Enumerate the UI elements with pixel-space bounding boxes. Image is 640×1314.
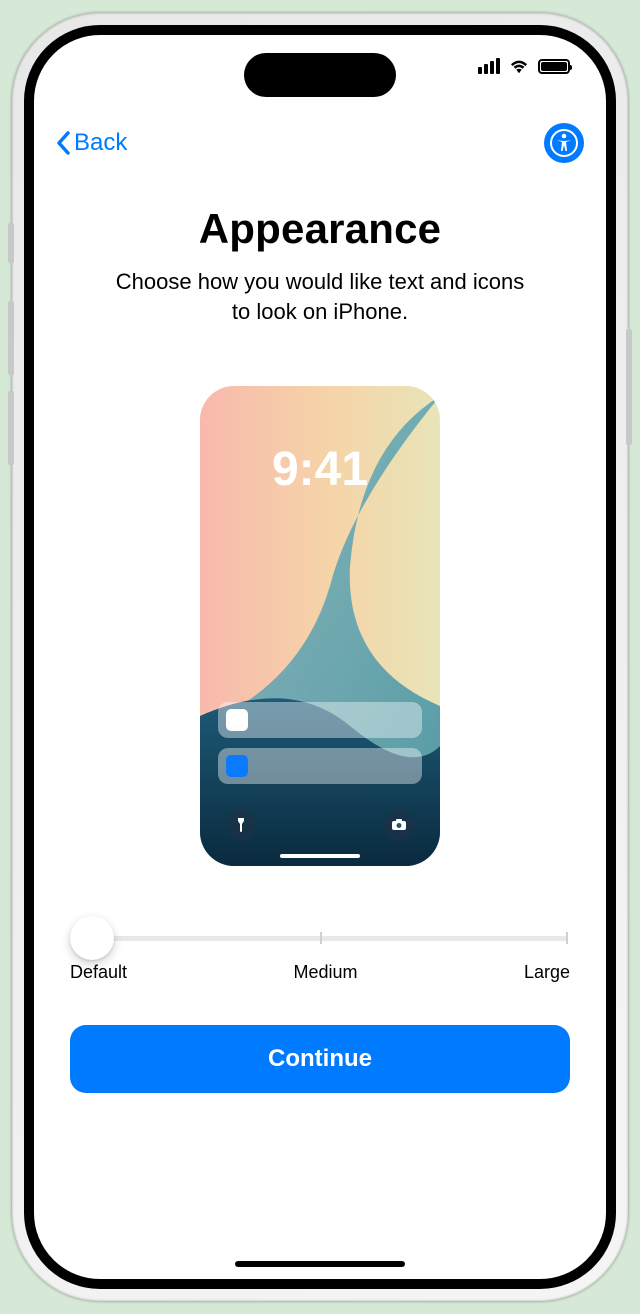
- main-content: Appearance Choose how you would like tex…: [34, 205, 606, 1279]
- back-button[interactable]: Back: [56, 129, 127, 157]
- accessibility-icon: [549, 128, 579, 158]
- cellular-signal-icon: [478, 58, 500, 74]
- volume-down-button: [8, 391, 14, 465]
- slider-tick-large: [566, 932, 568, 944]
- lockscreen-preview: 9:41: [200, 386, 440, 866]
- camera-icon: [384, 810, 414, 840]
- page-subtitle: Choose how you would like text and icons…: [110, 267, 530, 326]
- home-indicator: [235, 1261, 405, 1267]
- dynamic-island: [244, 53, 396, 97]
- navigation-bar: Back: [34, 123, 606, 163]
- iphone-device-frame: Back Appearance Choose how you would lik…: [12, 13, 628, 1301]
- page-title: Appearance: [199, 205, 441, 253]
- slider-label-default: Default: [70, 962, 127, 983]
- wifi-icon: [508, 57, 530, 75]
- screen: Back Appearance Choose how you would lik…: [24, 25, 616, 1289]
- preview-clock: 9:41: [200, 442, 440, 497]
- power-button: [626, 329, 632, 445]
- preview-notifications: [218, 702, 422, 784]
- mute-switch: [8, 223, 14, 263]
- slider-label-large: Large: [524, 962, 570, 983]
- notification-item: [218, 702, 422, 738]
- notification-app-icon: [226, 709, 248, 731]
- accessibility-button[interactable]: [544, 123, 584, 163]
- preview-quick-actions: [226, 810, 414, 840]
- slider-thumb[interactable]: [70, 916, 114, 960]
- slider-track: [90, 936, 568, 941]
- slider-label-medium: Medium: [293, 962, 357, 983]
- chevron-left-icon: [56, 131, 70, 155]
- continue-label: Continue: [268, 1045, 372, 1072]
- text-size-slider[interactable]: Default Medium Large: [70, 918, 570, 983]
- slider-tick-medium: [320, 932, 322, 944]
- notification-app-icon: [226, 755, 248, 777]
- volume-up-button: [8, 301, 14, 375]
- status-bar: [478, 57, 570, 75]
- battery-icon: [538, 59, 570, 74]
- back-label: Back: [74, 129, 127, 157]
- preview-home-indicator: [280, 854, 360, 858]
- notification-item: [218, 748, 422, 784]
- flashlight-icon: [226, 810, 256, 840]
- continue-button[interactable]: Continue: [70, 1025, 570, 1093]
